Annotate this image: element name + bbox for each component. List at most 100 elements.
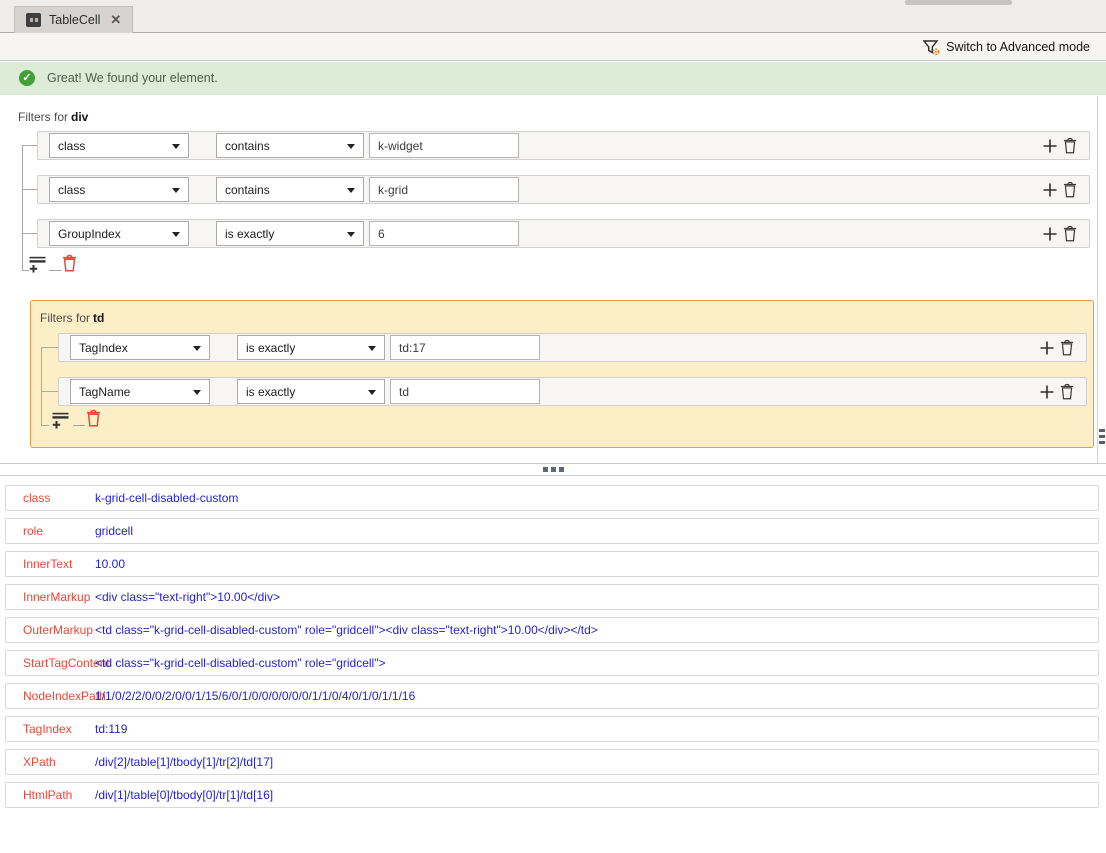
splitter-handle[interactable] (0, 463, 1106, 476)
property-row: NodeIndexPath 1/1/0/2/2/0/0/2/0/0/1/15/6… (5, 683, 1099, 709)
property-name: NodeIndexPath (6, 689, 95, 703)
filter-operator-select[interactable]: contains (216, 177, 364, 202)
property-name: InnerMarkup (6, 590, 95, 604)
filters-section-label: Filters fortd (40, 311, 104, 325)
properties-list: class k-grid-cell-disabled-custom role g… (5, 485, 1099, 815)
filter-rows-div: class contains class contains (37, 131, 1090, 263)
property-name: TagIndex (6, 722, 95, 736)
filter-operator-select[interactable]: is exactly (237, 379, 385, 404)
tree-line (41, 347, 42, 425)
tree-line (41, 347, 58, 348)
property-value: <div class="text-right">10.00</div> (95, 590, 280, 604)
property-row: InnerText 10.00 (5, 551, 1099, 577)
property-name: StartTagContent (6, 656, 95, 670)
trash-icon (1063, 181, 1077, 198)
add-filter-group-button[interactable] (29, 256, 46, 278)
add-filter-group-button[interactable] (52, 412, 69, 434)
filters-label-target: td (93, 311, 104, 325)
horizontal-scrollbar-thumb[interactable] (905, 0, 1012, 5)
filters-section-td: Filters fortd TagIndex is exactly (30, 300, 1094, 448)
property-name: XPath (6, 755, 95, 769)
trash-icon (1063, 225, 1077, 242)
filter-field-select[interactable]: GroupIndex (49, 221, 189, 246)
property-value: td:119 (95, 722, 127, 736)
chevron-down-icon (172, 188, 180, 193)
filter-operator-select[interactable]: is exactly (237, 335, 385, 360)
property-row: TagIndex td:119 (5, 716, 1099, 742)
chevron-down-icon (193, 390, 201, 395)
success-check-icon: ✓ (19, 70, 35, 86)
chevron-down-icon (193, 346, 201, 351)
add-filter-button[interactable] (1040, 385, 1056, 403)
filters-section-label: Filters fordiv (18, 110, 88, 124)
property-name: class (6, 491, 95, 505)
property-value: /div[2]/table[1]/tbody[1]/tr[2]/td[17] (95, 755, 273, 769)
delete-filter-group-button[interactable] (86, 409, 101, 432)
filters-label-target: div (71, 110, 88, 124)
filters-label-prefix: Filters for (40, 311, 90, 325)
chevron-down-icon (347, 232, 355, 237)
delete-filter-button[interactable] (1063, 225, 1079, 243)
filter-value-input[interactable] (369, 221, 519, 246)
filter-operator-select[interactable]: is exactly (216, 221, 364, 246)
property-value: 1/1/0/2/2/0/0/2/0/0/1/15/6/0/1/0/0/0/0/0… (95, 689, 415, 703)
filter-field-value: class (58, 139, 85, 153)
trash-icon (1060, 339, 1074, 356)
delete-filter-button[interactable] (1060, 383, 1076, 401)
tree-line (22, 145, 23, 270)
trash-icon (1060, 383, 1074, 400)
add-filter-lines-icon (52, 412, 69, 429)
plus-icon (1043, 139, 1057, 153)
filter-value-input[interactable] (390, 379, 540, 404)
close-icon[interactable]: ✕ (110, 12, 121, 28)
property-value: 10.00 (95, 557, 125, 571)
filter-row: TagIndex is exactly (58, 333, 1087, 362)
element-finder-window: TableCell ✕ Switch to Advanced mode ✓ Gr… (0, 0, 1106, 853)
filter-field-select[interactable]: class (49, 133, 189, 158)
filter-field-select[interactable]: TagName (70, 379, 210, 404)
delete-filter-button[interactable] (1063, 137, 1079, 155)
filter-rows-td: TagIndex is exactly TagName is exactly (58, 333, 1087, 421)
filter-field-value: GroupIndex (58, 227, 121, 241)
chevron-down-icon (172, 144, 180, 149)
property-name: role (6, 524, 95, 538)
vertical-scrollbar-marker[interactable] (1099, 429, 1105, 444)
delete-filter-button[interactable] (1063, 181, 1079, 199)
filter-row: GroupIndex is exactly (37, 219, 1090, 248)
add-filter-button[interactable] (1043, 183, 1059, 201)
filter-value-input[interactable] (369, 133, 519, 158)
property-row: InnerMarkup <div class="text-right">10.0… (5, 584, 1099, 610)
add-filter-button[interactable] (1043, 139, 1059, 157)
plus-icon (1040, 385, 1054, 399)
filter-operator-value: contains (225, 183, 270, 197)
filter-row: TagName is exactly (58, 377, 1087, 406)
property-row: class k-grid-cell-disabled-custom (5, 485, 1099, 511)
filter-field-value: TagIndex (79, 341, 128, 355)
filter-value-input[interactable] (369, 177, 519, 202)
chevron-down-icon (347, 188, 355, 193)
tree-line (49, 270, 62, 271)
add-filter-button[interactable] (1040, 341, 1056, 359)
property-row: XPath /div[2]/table[1]/tbody[1]/tr[2]/td… (5, 749, 1099, 775)
filter-field-select[interactable]: TagIndex (70, 335, 210, 360)
switch-advanced-mode-link[interactable]: Switch to Advanced mode (923, 33, 1090, 61)
plus-icon (1040, 341, 1054, 355)
filter-field-value: class (58, 183, 85, 197)
tab-tablecell[interactable]: TableCell ✕ (14, 6, 133, 33)
tree-line (41, 391, 58, 392)
switch-advanced-mode-label: Switch to Advanced mode (946, 40, 1090, 54)
filter-operator-select[interactable]: contains (216, 133, 364, 158)
delete-filter-button[interactable] (1060, 339, 1076, 357)
property-value: gridcell (95, 524, 133, 538)
filter-field-select[interactable]: class (49, 177, 189, 202)
tree-line (41, 425, 49, 426)
filter-row: class contains (37, 131, 1090, 160)
property-value: <td class="k-grid-cell-disabled-custom" … (95, 656, 386, 670)
property-value: k-grid-cell-disabled-custom (95, 491, 238, 505)
filter-value-input[interactable] (390, 335, 540, 360)
property-name: OuterMarkup (6, 623, 95, 637)
filters-section-div: Filters fordiv class contains (0, 110, 1106, 285)
add-filter-button[interactable] (1043, 227, 1059, 245)
plus-icon (1043, 227, 1057, 241)
delete-filter-group-button[interactable] (62, 254, 77, 277)
